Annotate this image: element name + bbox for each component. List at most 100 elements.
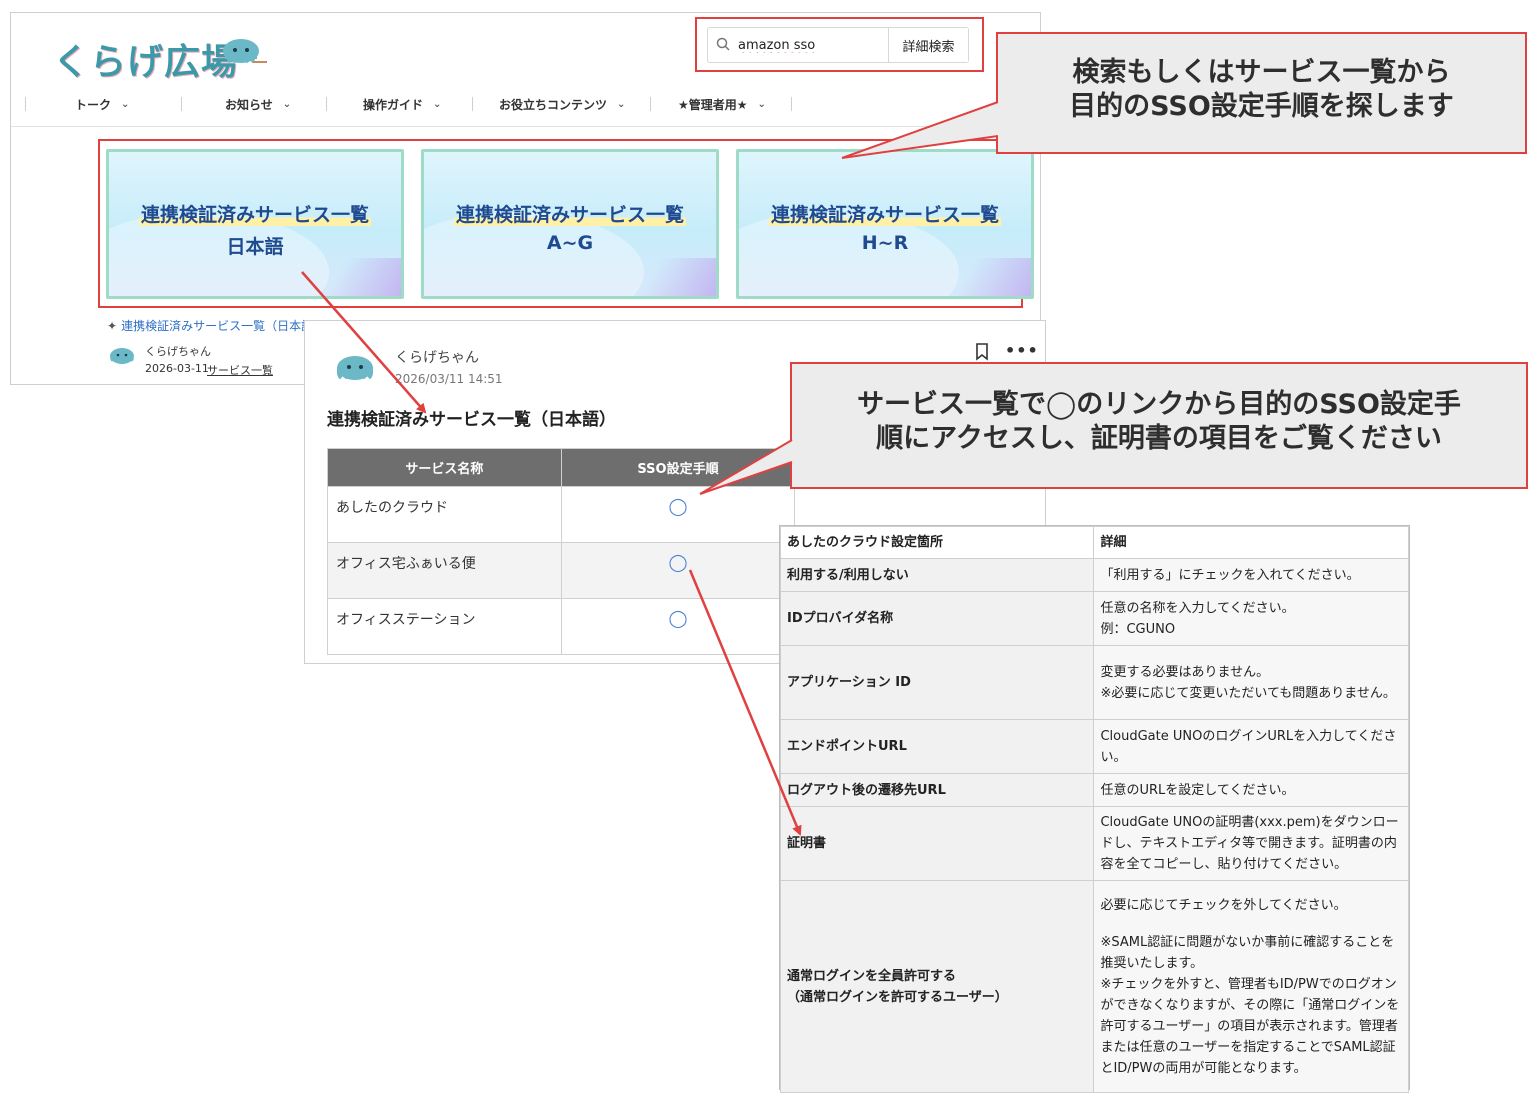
nav-item-admin[interactable]: ★管理者用★ ⌄	[678, 93, 766, 115]
setting-value: CloudGate UNOの証明書(xxx.pem)をダウンロードし、テキストエ…	[1093, 806, 1409, 881]
post-preview-link[interactable]: ✦ 連携検証済みサービス一覧（日本語）	[107, 317, 325, 334]
service-name: オフィスステーション	[327, 598, 562, 655]
post-preview-date: 2026-03-11	[145, 362, 209, 375]
setting-value-line: 例：CGUNO	[1100, 621, 1176, 637]
main-nav: トーク ⌄ お知らせ ⌄ 操作ガイド ⌄ お役立ちコンテンツ ⌄ ★管理者用★ …	[23, 93, 803, 115]
column-header-service: サービス名称	[327, 448, 562, 487]
callout-link-tip: サービス一覧で◯のリンクから目的のSSO設定手 順にアクセスし、証明書の項目をご…	[790, 362, 1528, 489]
jellyfish-mascot-icon	[223, 39, 267, 63]
nav-separator	[326, 97, 327, 111]
sso-guide-link[interactable]: ◯	[570, 553, 787, 573]
banner-subtitle: H~R	[861, 232, 909, 254]
setting-key: 通常ログインを全員許可する （通常ログインを許可するユーザー）	[779, 880, 1095, 1093]
pin-icon: ✦	[107, 318, 118, 333]
avatar	[110, 348, 134, 364]
table-row: エンドポイントURL CloudGate UNOのログインURLを入力してください…	[779, 719, 1409, 774]
chevron-down-icon: ⌄	[121, 98, 130, 110]
sso-guide-link[interactable]: ◯	[570, 497, 787, 517]
setting-value-line: ※チェックを外すと、管理者もID/PWでのログオンができなくなりますが、その際に…	[1100, 976, 1400, 1076]
callout-line: 順にアクセスし、証明書の項目をご覧ください	[876, 423, 1442, 454]
table-row: 証明書 CloudGate UNOの証明書(xxx.pem)をダウンロードし、テキ…	[779, 806, 1409, 881]
nav-item-news[interactable]: お知らせ ⌄	[225, 93, 291, 115]
advanced-search-button[interactable]: 詳細検索	[888, 28, 968, 62]
logo-text: くらげ広場	[53, 42, 239, 83]
sso-link-cell: ◯	[560, 542, 796, 599]
banner-title: 連携検証済みサービス一覧	[138, 204, 371, 226]
nav-label: ★管理者用★	[678, 97, 748, 112]
site-logo[interactable]: くらげ広場	[39, 27, 289, 87]
search-icon	[716, 37, 730, 51]
nav-item-guide[interactable]: 操作ガイド ⌄	[363, 93, 441, 115]
chevron-down-icon: ⌄	[617, 98, 626, 110]
post-preview-title: 連携検証済みサービス一覧（日本語）	[121, 319, 326, 333]
nav-separator	[791, 97, 792, 111]
search-bar: 詳細検索	[707, 27, 969, 63]
post-preview-category[interactable]: サービス一覧	[207, 362, 273, 378]
settings-table: あしたのクラウド設定箇所 詳細 利用する/利用しない 「利用する」にチェックを入れてく…	[779, 526, 1409, 1093]
service-name: オフィス宅ふぁいる便	[327, 542, 562, 599]
settings-table-screenshot: あしたのクラウド設定箇所 詳細 利用する/利用しない 「利用する」にチェックを入れてく…	[779, 525, 1410, 1093]
callout-line: サービス一覧で◯のリンクから目的のSSO設定手	[857, 389, 1461, 420]
nav-item-talk[interactable]: トーク ⌄	[75, 93, 129, 115]
banner-h-r[interactable]: 連携検証済みサービス一覧 H~R	[736, 149, 1034, 299]
search-input[interactable]	[738, 36, 883, 54]
bookmark-icon[interactable]	[975, 343, 989, 361]
setting-value-line: 変更する必要はありません。	[1100, 664, 1270, 680]
nav-separator	[25, 97, 26, 111]
setting-value-line: 任意の名称を入力してください。	[1100, 600, 1295, 616]
nav-separator	[472, 97, 473, 111]
table-row: IDプロバイダ名称 任意の名称を入力してください。 例：CGUNO	[779, 591, 1409, 646]
search-highlight-box: 詳細検索	[695, 17, 984, 72]
sso-link-cell: ◯	[560, 486, 796, 543]
setting-value: 必要に応じてチェックを外してください。 ※SAML認証に問題がないか事前に確認する…	[1093, 880, 1409, 1093]
chevron-down-icon: ⌄	[282, 98, 292, 110]
setting-value-line: CloudGate UNOのログインURLを入力してください。	[1100, 728, 1397, 765]
setting-key: 利用する/利用しない	[779, 558, 1095, 592]
column-header-detail: 詳細	[1093, 526, 1409, 559]
nav-item-useful-contents[interactable]: お役立ちコンテンツ ⌄	[499, 93, 625, 115]
chevron-down-icon: ⌄	[757, 98, 766, 110]
setting-key: エンドポイントURL	[779, 719, 1095, 774]
banner-title: 連携検証済みサービス一覧	[453, 204, 686, 226]
setting-value: 任意のURLを設定してください。	[1093, 773, 1409, 807]
banner-highlight-box: 連携検証済みサービス一覧 日本語 連携検証済みサービス一覧 A~G 連携検証済み…	[98, 139, 1034, 308]
table-row: アプリケーション ID 変更する必要はありません。 ※必要に応じて変更いただいても問…	[779, 645, 1409, 720]
banner-subtitle: A~G	[546, 232, 594, 254]
setting-value: CloudGate UNOのログインURLを入力してください。	[1093, 719, 1409, 774]
post-author: くらげちゃん	[395, 350, 479, 366]
service-name: あしたのクラウド	[327, 486, 562, 543]
setting-value: 任意の名称を入力してください。 例：CGUNO	[1093, 591, 1409, 646]
setting-value: 「利用する」にチェックを入れてください。	[1093, 558, 1409, 592]
nav-label: お知らせ	[225, 97, 273, 112]
banner-a-g[interactable]: 連携検証済みサービス一覧 A~G	[421, 149, 719, 299]
nav-separator	[650, 97, 651, 111]
setting-value-line: ※SAML認証に問題がないか事前に確認することを推奨いたします。	[1100, 934, 1395, 971]
setting-key: 証明書	[779, 806, 1095, 881]
nav-label: 操作ガイド	[363, 97, 424, 112]
setting-key: アプリケーション ID	[779, 645, 1095, 720]
table-row: 利用する/利用しない 「利用する」にチェックを入れてください。	[779, 558, 1409, 592]
callout-line: 目的のSSO設定手順を探します	[1069, 91, 1454, 122]
setting-value: 変更する必要はありません。 ※必要に応じて変更いただいても問題ありません。	[1093, 645, 1409, 720]
post-datetime: 2026/03/11 14:51	[395, 372, 503, 386]
table-row: 通常ログインを全員許可する （通常ログインを許可するユーザー） 必要に応じてチェッ…	[779, 880, 1409, 1093]
avatar	[337, 356, 373, 380]
nav-separator	[181, 97, 182, 111]
setting-value-line: 任意のURLを設定してください。	[1100, 782, 1295, 798]
post-preview-author: くらげちゃん	[145, 345, 211, 358]
banner-subtitle: 日本語	[226, 236, 284, 258]
callout-line: 検索もしくはサービス一覧から	[1072, 57, 1451, 88]
nav-label: お役立ちコンテンツ	[499, 97, 608, 112]
column-header-setting: あしたのクラウド設定箇所	[779, 526, 1095, 559]
nav-label: トーク	[75, 97, 112, 112]
table-row: ログアウト後の遷移先URL 任意のURLを設定してください。	[779, 773, 1409, 807]
sso-guide-link[interactable]: ◯	[570, 609, 787, 629]
banner-title: 連携検証済みサービス一覧	[768, 204, 1001, 226]
column-header-sso: SSO設定手順	[560, 448, 796, 487]
sso-link-cell: ◯	[560, 598, 796, 655]
more-options-icon[interactable]: •••	[1005, 341, 1039, 360]
banner-japanese[interactable]: 連携検証済みサービス一覧 日本語	[106, 149, 404, 299]
nav-divider	[11, 126, 1040, 127]
setting-value-line: 「利用する」にチェックを入れてください。	[1100, 567, 1360, 583]
setting-value-line: CloudGate UNOの証明書(xxx.pem)をダウンロードし、テキストエ…	[1100, 815, 1399, 872]
